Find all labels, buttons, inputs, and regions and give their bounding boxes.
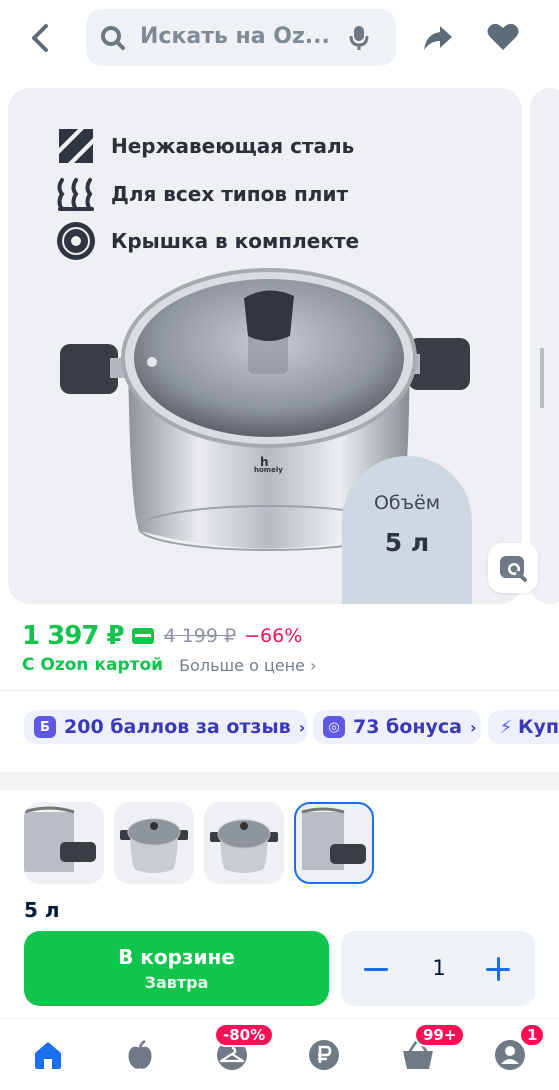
image-search-icon <box>500 556 527 582</box>
ruble-icon <box>309 1040 339 1070</box>
nav-finance[interactable] <box>306 1037 342 1073</box>
bottom-navigation: -80% 99+ 1 <box>0 1018 559 1090</box>
decrease-quantity-button[interactable] <box>361 954 391 984</box>
nav-home[interactable] <box>30 1037 66 1073</box>
variant-image <box>24 806 96 872</box>
variant-thumb-1[interactable] <box>24 802 104 884</box>
back-arrow-icon <box>32 24 48 52</box>
back-button[interactable] <box>22 20 58 56</box>
discount-percent: −66% <box>244 625 303 647</box>
chip-label: 73 бонуса <box>353 716 462 738</box>
lid-icon <box>56 221 96 261</box>
price-row: 1 397 ₽ 4 199 ₽ −66% <box>22 618 302 654</box>
current-price: 1 397 ₽ <box>22 621 125 651</box>
quantity-stepper: 1 <box>341 931 535 1006</box>
variant-thumb-3[interactable] <box>204 802 284 884</box>
more-about-price-link[interactable]: Больше о цене › <box>179 656 316 675</box>
feature-text: Нержавеющая сталь <box>111 134 355 158</box>
chip-label: 200 баллов за отзыв <box>64 716 291 738</box>
variant-thumb-2[interactable] <box>114 802 194 884</box>
profile-notification-badge: 1 <box>519 1023 546 1047</box>
volume-value: 5 л <box>384 528 430 557</box>
product-gallery[interactable]: Нержавеющая сталь Для всех типов плит Кр… <box>8 88 522 604</box>
ozon-card-label: С Ozon картой <box>22 655 164 675</box>
variant-image <box>301 807 366 870</box>
selected-size-label: 5 л <box>24 898 60 922</box>
home-icon <box>35 1042 61 1069</box>
chevron-right-icon: › <box>469 717 477 737</box>
old-price: 4 199 ₽ <box>163 625 237 647</box>
heart-icon <box>487 23 519 50</box>
search-field[interactable]: Искать на Oz... <box>86 9 396 66</box>
search-icon <box>101 26 125 50</box>
apple-icon <box>128 1039 152 1069</box>
lightning-icon: ⚡ <box>499 716 513 738</box>
brand-logo-text: homely <box>254 466 283 474</box>
feature-stoves: Для всех типов плит <box>56 174 348 214</box>
feature-text: Крышка в комплекте <box>111 229 360 253</box>
microphone-icon[interactable] <box>349 25 369 51</box>
steel-icon <box>56 126 96 166</box>
search-input[interactable]: Искать на Oz... <box>140 24 330 49</box>
nav-fresh[interactable] <box>122 1037 158 1073</box>
top-bar: Искать на Oz... <box>0 0 559 80</box>
bonus-icon: ◎ <box>323 716 345 738</box>
bonus-chip[interactable]: ◎ 73 бонуса › <box>313 710 481 744</box>
share-button[interactable] <box>420 20 456 60</box>
chip-label: Куп <box>517 716 559 738</box>
feature-text: Для всех типов плит <box>111 182 349 206</box>
heating-coil-icon <box>56 174 96 214</box>
chevron-right-icon: › <box>298 717 306 737</box>
quantity-value: 1 <box>432 956 446 980</box>
variant-image <box>210 819 278 873</box>
increase-quantity-button[interactable] <box>483 954 513 984</box>
profile-icon <box>495 1040 525 1070</box>
price-subline: С Ozon картой Больше о цене › <box>22 655 316 675</box>
volume-badge: Объём 5 л <box>342 456 472 604</box>
favorite-button[interactable] <box>486 20 520 58</box>
section-gap <box>0 772 559 790</box>
in-cart-button[interactable]: В корзине Завтра <box>24 931 329 1006</box>
coupon-chip[interactable]: ⚡ Куп <box>488 710 559 744</box>
review-points-chip[interactable]: Б 200 баллов за отзыв › <box>24 710 307 744</box>
volume-label: Объём <box>373 492 441 514</box>
delivery-date: Завтра <box>144 973 209 992</box>
sales-badge: -80% <box>214 1023 275 1047</box>
feature-lid: Крышка в комплекте <box>56 221 359 261</box>
image-search-button[interactable] <box>488 543 538 593</box>
cart-count-badge: 99+ <box>414 1023 466 1047</box>
variant-image <box>120 818 188 873</box>
share-icon <box>424 26 452 50</box>
variant-thumb-4-selected[interactable] <box>294 802 374 884</box>
divider <box>0 690 559 691</box>
points-icon: Б <box>34 716 56 738</box>
next-image-preview[interactable] <box>530 88 559 604</box>
feature-steel: Нержавеющая сталь <box>56 126 354 166</box>
cart-button-label: В корзине <box>118 945 235 969</box>
ozon-card-icon <box>131 628 154 644</box>
